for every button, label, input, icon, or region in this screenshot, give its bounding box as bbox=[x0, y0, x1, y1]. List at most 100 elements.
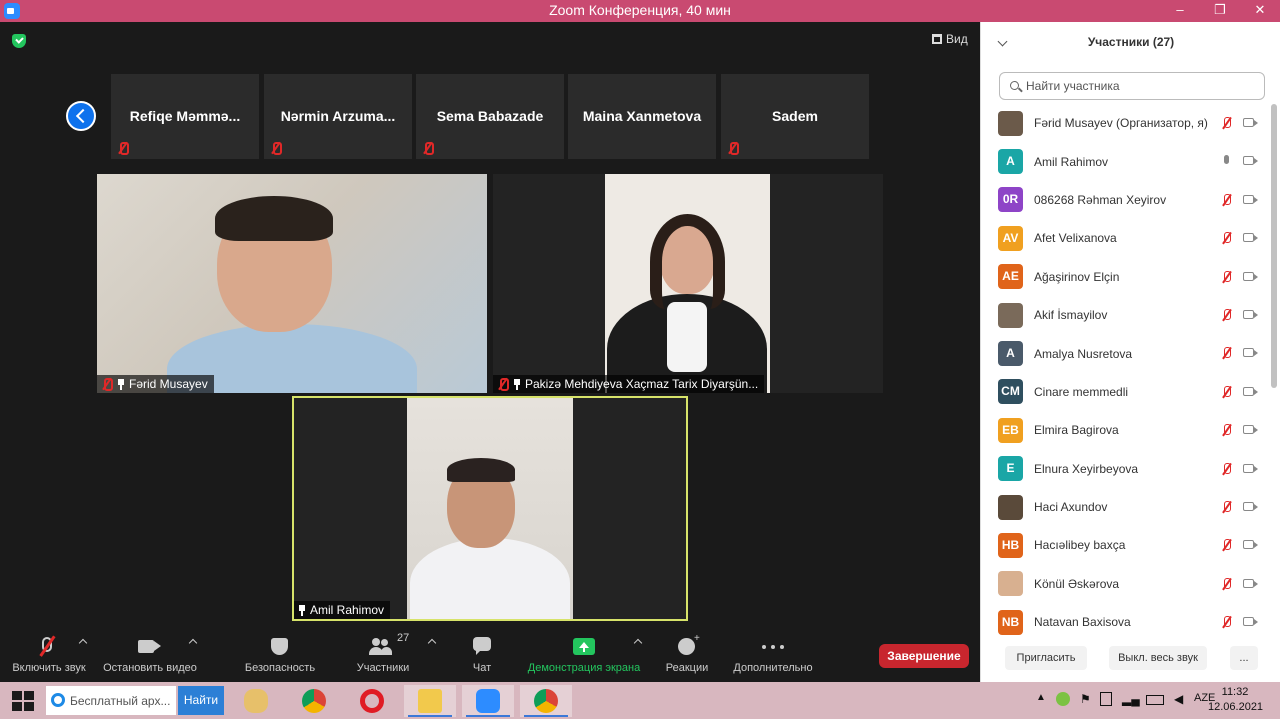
muted-mic-icon[interactable] bbox=[1221, 424, 1233, 436]
participant-row[interactable]: 0R 086268 Rəhman Xeyirov bbox=[981, 181, 1271, 219]
close-window-button[interactable]: ✕ bbox=[1240, 0, 1280, 22]
participant-row[interactable]: HB Hacıəlibey baxça bbox=[981, 526, 1271, 564]
chat-button[interactable]: Чат bbox=[462, 636, 502, 674]
taskbar-app-chrome[interactable] bbox=[288, 685, 340, 717]
strip-tile[interactable]: Nərmin Arzuma... bbox=[264, 74, 412, 159]
flag-icon[interactable]: ⚑ bbox=[1080, 692, 1091, 706]
camera-icon[interactable] bbox=[1243, 386, 1258, 396]
participant-row[interactable]: CM Cinare memmedli bbox=[981, 373, 1271, 411]
camera-icon[interactable] bbox=[1243, 233, 1258, 243]
tray-chevron-icon[interactable]: ▲ bbox=[1036, 692, 1046, 703]
strip-tile[interactable]: Sema Babazade bbox=[416, 74, 564, 159]
muted-mic-icon[interactable] bbox=[1221, 577, 1233, 590]
share-screen-icon bbox=[524, 636, 644, 656]
windows-start-icon[interactable] bbox=[12, 691, 34, 711]
video-frame bbox=[605, 174, 770, 393]
participant-row[interactable]: Akif İsmayilov bbox=[981, 296, 1271, 334]
volume-icon[interactable]: ◀ bbox=[1174, 692, 1183, 706]
mute-all-button[interactable]: Выкл. весь звук bbox=[1109, 646, 1207, 670]
camera-icon[interactable] bbox=[1243, 194, 1258, 204]
network-icon[interactable] bbox=[1100, 692, 1112, 706]
window-title-bar: Zoom Конференция, 40 мин ‒ ❐ ✕ bbox=[0, 0, 1280, 22]
strip-tile[interactable]: Sadem bbox=[721, 74, 869, 159]
maximize-button[interactable]: ❐ bbox=[1200, 0, 1240, 22]
strip-tile[interactable]: Maina Xanmetova bbox=[568, 74, 716, 159]
video-tile[interactable]: Pakizə Mehdiyeva Xaçmaz Tarix Diyarşün..… bbox=[493, 174, 883, 393]
battery-icon[interactable] bbox=[1146, 695, 1164, 705]
end-meeting-button[interactable]: Завершение bbox=[879, 644, 969, 668]
muted-mic-icon[interactable] bbox=[1221, 308, 1233, 321]
participants-button[interactable]: 27 Участники bbox=[350, 632, 416, 674]
taskbar-app-paint[interactable] bbox=[230, 685, 282, 717]
clock-time: 11:32 bbox=[1221, 686, 1249, 698]
invite-button[interactable]: Пригласить bbox=[1005, 646, 1087, 670]
participant-row[interactable]: Könül Əskərova bbox=[981, 565, 1271, 603]
camera-icon[interactable] bbox=[1243, 617, 1258, 627]
taskbar-search-input[interactable]: Бесплатный арх... bbox=[46, 686, 176, 715]
participants-label: Участники bbox=[356, 662, 410, 674]
participants-options-chevron-icon[interactable] bbox=[427, 638, 437, 648]
muted-mic-icon[interactable] bbox=[1221, 347, 1233, 359]
muted-mic-icon[interactable] bbox=[1221, 539, 1233, 551]
camera-icon[interactable] bbox=[1243, 156, 1258, 166]
camera-icon[interactable] bbox=[1243, 501, 1258, 511]
camera-icon[interactable] bbox=[1243, 425, 1258, 435]
avatar: HB bbox=[998, 532, 1023, 558]
reactions-button[interactable]: + Реакции bbox=[662, 634, 712, 675]
muted-mic-icon[interactable] bbox=[1221, 385, 1233, 398]
minimize-button[interactable]: ‒ bbox=[1160, 0, 1200, 22]
muted-mic-icon[interactable] bbox=[1221, 500, 1233, 513]
muted-mic-icon[interactable] bbox=[1221, 117, 1233, 129]
participant-row[interactable]: NB Natavan Baxisova bbox=[981, 603, 1271, 641]
camera-icon[interactable] bbox=[1243, 118, 1258, 127]
taskbar-app-explorer[interactable] bbox=[404, 685, 456, 717]
participant-row[interactable]: Fərid Musayev (Организатор, я) bbox=[981, 104, 1271, 142]
unmute-button[interactable]: Включить звук bbox=[8, 635, 90, 674]
taskbar-clock[interactable]: 11:32 12.06.2021 bbox=[1208, 685, 1263, 715]
muted-mic-icon[interactable] bbox=[1221, 462, 1233, 475]
video-name: Amil Rahimov bbox=[310, 603, 385, 617]
video-tile[interactable]: Fərid Musayev bbox=[97, 174, 487, 393]
muted-mic-icon[interactable] bbox=[1221, 193, 1233, 206]
strip-tile[interactable]: Refiqe Məmmə... bbox=[111, 74, 259, 159]
signal-icon[interactable]: ▂▄ bbox=[1122, 692, 1140, 706]
panel-more-button[interactable]: ... bbox=[1230, 646, 1258, 670]
participant-row[interactable]: AE Ağaşirinov Elçin bbox=[981, 258, 1271, 296]
camera-icon[interactable] bbox=[1243, 578, 1258, 588]
muted-mic-icon[interactable] bbox=[1221, 270, 1233, 283]
taskbar-app-zoom[interactable] bbox=[462, 685, 514, 717]
encryption-shield-icon[interactable] bbox=[12, 34, 26, 48]
muted-mic-icon[interactable] bbox=[1221, 232, 1233, 244]
camera-icon[interactable] bbox=[1243, 271, 1258, 281]
camera-icon[interactable] bbox=[1243, 348, 1258, 358]
video-name: Pakizə Mehdiyeva Xaçmaz Tarix Diyarşün..… bbox=[525, 377, 759, 391]
stop-video-button[interactable]: Остановить видео bbox=[100, 636, 200, 674]
camera-icon[interactable] bbox=[1243, 463, 1258, 473]
participant-row[interactable]: Haci Axundov bbox=[981, 488, 1271, 526]
taskbar-find-button[interactable]: Найти bbox=[178, 686, 224, 715]
participant-row[interactable]: AV Afet Velixanova bbox=[981, 219, 1271, 257]
smiley-icon: + bbox=[662, 634, 712, 656]
view-button[interactable]: Вид bbox=[932, 32, 968, 46]
taskbar-app-opera[interactable] bbox=[346, 685, 398, 717]
previous-page-button[interactable] bbox=[66, 101, 96, 131]
participant-row[interactable]: A Amil Rahimov bbox=[981, 142, 1271, 180]
participant-search-input[interactable]: Найти участника bbox=[999, 72, 1265, 100]
video-tile-active-speaker[interactable]: Amil Rahimov bbox=[292, 396, 688, 621]
camera-icon[interactable] bbox=[1243, 309, 1258, 319]
share-screen-button[interactable]: Демонстрация экрана bbox=[524, 636, 644, 674]
more-button[interactable]: Дополнительно bbox=[730, 636, 816, 674]
participant-row[interactable]: A Amalya Nusretova bbox=[981, 334, 1271, 372]
muted-mic-icon bbox=[422, 142, 434, 155]
mic-icon[interactable] bbox=[1221, 155, 1233, 167]
participant-list-scrollbar[interactable] bbox=[1271, 104, 1277, 388]
participant-name: Fərid Musayev (Организатор, я) bbox=[1034, 116, 1208, 131]
participant-row[interactable]: E Elnura Xeyirbeyova bbox=[981, 450, 1271, 488]
taskbar-app-chrome-2[interactable] bbox=[520, 685, 572, 717]
security-button[interactable]: Безопасность bbox=[240, 636, 320, 674]
muted-mic-icon[interactable] bbox=[1221, 616, 1233, 628]
camera-icon[interactable] bbox=[1243, 540, 1258, 550]
participant-name: Amil Rahimov bbox=[1034, 154, 1109, 169]
tray-app-icon[interactable] bbox=[1056, 692, 1070, 706]
participant-row[interactable]: EB Elmira Bagirova bbox=[981, 411, 1271, 449]
